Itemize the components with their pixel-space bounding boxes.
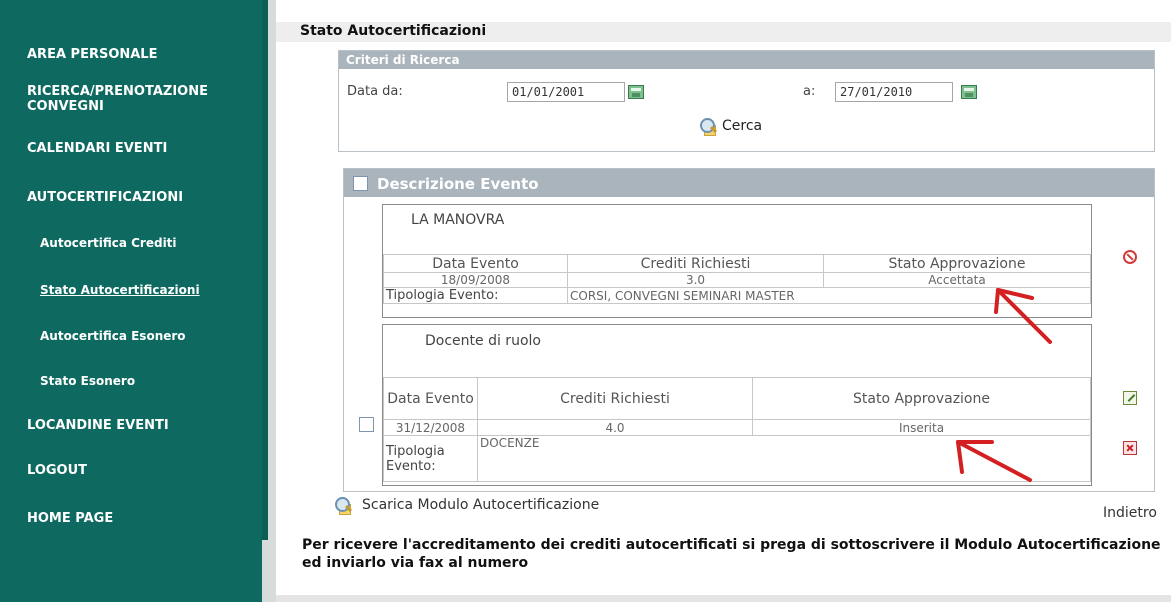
event-table: Data Evento Crediti Richiesti Stato Appr…	[383, 254, 1091, 304]
event-table: Data Evento Crediti Richiesti Stato Appr…	[383, 377, 1091, 482]
download-module-link[interactable]: Scarica Modulo Autocertificazione	[362, 497, 599, 513]
notice-text: Per ricevere l'accreditamento dei credit…	[302, 537, 1161, 571]
delete-icon[interactable]	[1123, 441, 1137, 455]
nav-logout[interactable]: LOGOUT	[27, 463, 87, 478]
event-card: LA MANOVRA Data Evento Crediti Richiesti…	[382, 204, 1092, 318]
select-all-checkbox[interactable]	[353, 176, 368, 191]
nav-autocertifica-crediti[interactable]: Autocertifica Crediti	[40, 236, 177, 251]
nav-home-page[interactable]: HOME PAGE	[27, 511, 113, 526]
col-data-evento: Data Evento	[383, 254, 568, 273]
sidebar: AREA PERSONALE RICERCA/PRENOTAZIONE CONV…	[0, 0, 262, 602]
event-status: Inserita	[752, 419, 1091, 436]
col-crediti-richiesti: Crediti Richiesti	[567, 254, 824, 273]
download-icon[interactable]	[333, 496, 353, 516]
event-type-value: DOCENZE	[477, 435, 1091, 482]
nav-ricerca-prenotazione-convegni[interactable]: RICERCA/PRENOTAZIONE CONVEGNI	[27, 84, 267, 114]
search-criteria-panel: Criteri di Ricerca Data da: a:	[338, 50, 1155, 152]
col-stato-approvazione: Stato Approvazione	[823, 254, 1091, 273]
date-to-input[interactable]	[835, 82, 953, 102]
event-title: LA MANOVRA	[411, 212, 505, 228]
search-criteria-header: Criteri di Ricerca	[339, 51, 1154, 69]
event-title: Docente di ruolo	[425, 333, 541, 349]
event-credits: 4.0	[477, 419, 753, 436]
back-link[interactable]: Indietro	[1103, 505, 1157, 521]
search-criteria-title: Criteri di Ricerca	[346, 53, 460, 67]
search-icon[interactable]	[698, 117, 718, 137]
calendar-icon[interactable]	[961, 85, 977, 99]
event-type-value: CORSI, CONVEGNI SEMINARI MASTER	[567, 287, 1091, 304]
event-select-checkbox[interactable]	[359, 417, 374, 432]
col-crediti-richiesti: Crediti Richiesti	[477, 377, 753, 420]
nav-area-personale[interactable]: AREA PERSONALE	[27, 47, 157, 62]
event-card: Docente di ruolo Data Evento Crediti Ric…	[382, 324, 1092, 486]
nav-calendari-eventi[interactable]: CALENDARI EVENTI	[27, 141, 167, 156]
event-type-label: Tipologia Evento:	[383, 287, 568, 304]
sidebar-divider-shadow	[262, 0, 268, 540]
event-date: 31/12/2008	[383, 419, 478, 436]
date-to-label: a:	[803, 84, 816, 99]
col-stato-approvazione: Stato Approvazione	[752, 377, 1091, 420]
bottom-divider	[276, 595, 1171, 602]
nav-stato-esonero[interactable]: Stato Esonero	[40, 374, 135, 389]
results-panel: Descrizione Evento LA MANOVRA Data Event…	[343, 168, 1155, 492]
col-data-evento: Data Evento	[383, 377, 478, 420]
event-credits: 3.0	[567, 272, 824, 288]
edit-icon[interactable]	[1123, 391, 1137, 405]
page-title: Stato Autocertificazioni	[300, 23, 487, 39]
event-status: Accettata	[823, 272, 1091, 288]
date-from-label: Data da:	[347, 84, 403, 99]
calendar-icon[interactable]	[628, 85, 644, 99]
event-type-label: Tipologia Evento:	[383, 435, 478, 482]
cancel-icon[interactable]	[1123, 250, 1137, 264]
nav-locandine-eventi[interactable]: LOCANDINE EVENTI	[27, 418, 169, 433]
nav-autocertificazioni[interactable]: AUTOCERTIFICAZIONI	[27, 190, 183, 205]
date-from-input[interactable]	[507, 82, 625, 102]
event-date: 18/09/2008	[383, 272, 568, 288]
search-button[interactable]: Cerca	[722, 118, 762, 134]
results-header-title: Descrizione Evento	[377, 175, 539, 193]
nav-stato-autocertificazioni[interactable]: Stato Autocertificazioni	[40, 283, 200, 298]
nav-autocertifica-esonero[interactable]: Autocertifica Esonero	[40, 329, 186, 344]
